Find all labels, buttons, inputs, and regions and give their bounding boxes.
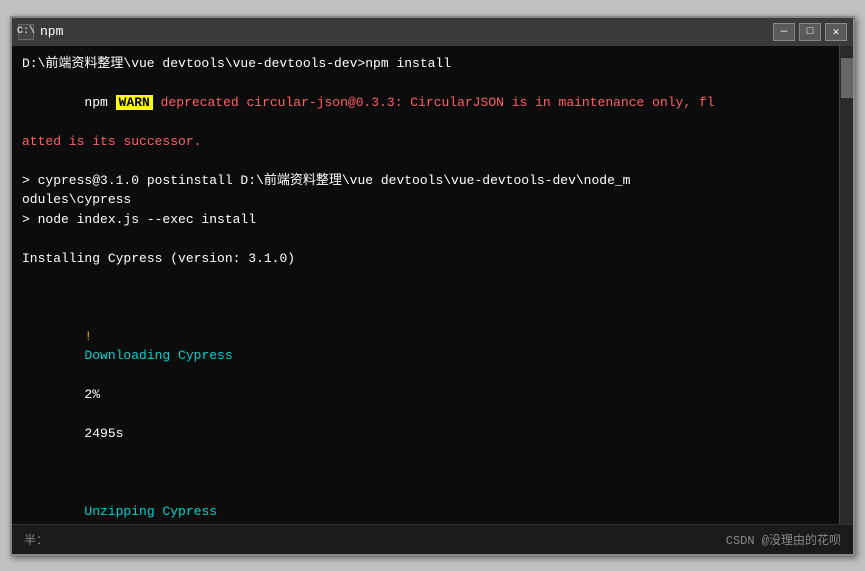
window-title: npm [40,24,63,39]
window-controls: — □ ✕ [773,23,847,41]
terminal-body[interactable]: D:\前端资料整理\vue devtools\vue-devtools-dev>… [12,46,853,524]
bottom-left-text: 半： [24,531,48,548]
progress-time: 2495s [84,426,123,441]
terminal-line: Installing Cypress (version: 3.1.0) [22,249,827,269]
terminal-line: > node index.js --exec install [22,210,827,230]
title-bar: C:\ npm — □ ✕ [12,18,853,46]
title-bar-left: C:\ npm [18,24,63,40]
downloading-label: Downloading Cypress [84,348,232,363]
bottom-right-text: CSDN @没理由的花呗 [726,531,841,548]
progress-percent: 2% [84,387,100,402]
terminal-line: atted is its successor. [22,132,827,152]
progress-indicator [84,309,100,324]
scrollbar[interactable] [839,46,853,524]
window-icon: C:\ [18,24,34,40]
bottom-bar: 半： CSDN @没理由的花呗 [12,524,853,554]
terminal-line [22,151,827,171]
terminal-line [22,229,827,249]
scrollbar-thumb[interactable] [841,58,853,98]
terminal-window: C:\ npm — □ ✕ D:\前端资料整理\vue devtools\vue… [10,16,855,556]
unzipping-label: Unzipping Cypress [84,504,217,519]
terminal-line: > cypress@3.1.0 postinstall D:\前端资料整理\vu… [22,171,827,191]
maximize-button[interactable]: □ [799,23,821,41]
terminal-line-downloading: ! Downloading Cypress 2% 2495s [22,288,827,464]
close-button[interactable]: ✕ [825,23,847,41]
terminal-line-unzipping: Unzipping Cypress [22,463,827,524]
terminal-line: D:\前端资料整理\vue devtools\vue-devtools-dev>… [22,54,827,74]
minimize-button[interactable]: — [773,23,795,41]
terminal-line [22,268,827,288]
terminal-content: D:\前端资料整理\vue devtools\vue-devtools-dev>… [22,54,843,524]
terminal-line: odules\cypress [22,190,827,210]
terminal-line: npm WARN deprecated circular-json@0.3.3:… [22,73,827,132]
